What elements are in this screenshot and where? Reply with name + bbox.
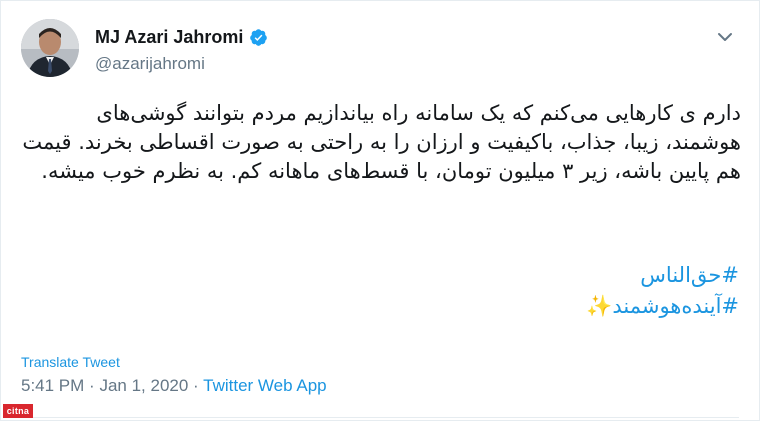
hashtag-link[interactable]: #حق‌الناس (640, 261, 739, 290)
tweet-text: دارم ی کارهایی می‌کنم که یک سامانه راه ب… (22, 101, 741, 183)
author-name-row[interactable]: MJ Azari Jahromi (95, 27, 268, 48)
meta-separator: · (89, 376, 95, 395)
tweet-time[interactable]: 5:41 PM (21, 376, 84, 395)
author-display-name[interactable]: MJ Azari Jahromi (95, 27, 243, 48)
sparkles-emoji: ✨ (586, 294, 613, 318)
verified-badge-icon (250, 29, 268, 46)
avatar-image (21, 19, 79, 77)
chevron-down-icon[interactable] (715, 27, 735, 47)
source-app-link[interactable]: Twitter Web App (203, 376, 326, 395)
avatar[interactable] (21, 19, 79, 77)
tweet-card: MJ Azari Jahromi @azarijahromi دارم ی کا… (0, 0, 760, 421)
translate-tweet-link[interactable]: Translate Tweet (21, 354, 120, 370)
tweet-date[interactable]: Jan 1, 2020 (99, 376, 188, 395)
tweet-meta: 5:41 PM · Jan 1, 2020 · Twitter Web App (21, 376, 327, 396)
hashtag-link-row[interactable]: #آینده‌هوشمند✨ (582, 292, 739, 321)
meta-separator: · (193, 376, 199, 395)
hashtag-link[interactable]: #آینده‌هوشمند (612, 294, 739, 318)
divider (21, 417, 739, 418)
watermark-logo: citna (3, 404, 33, 418)
author-handle[interactable]: @azarijahromi (95, 54, 205, 74)
